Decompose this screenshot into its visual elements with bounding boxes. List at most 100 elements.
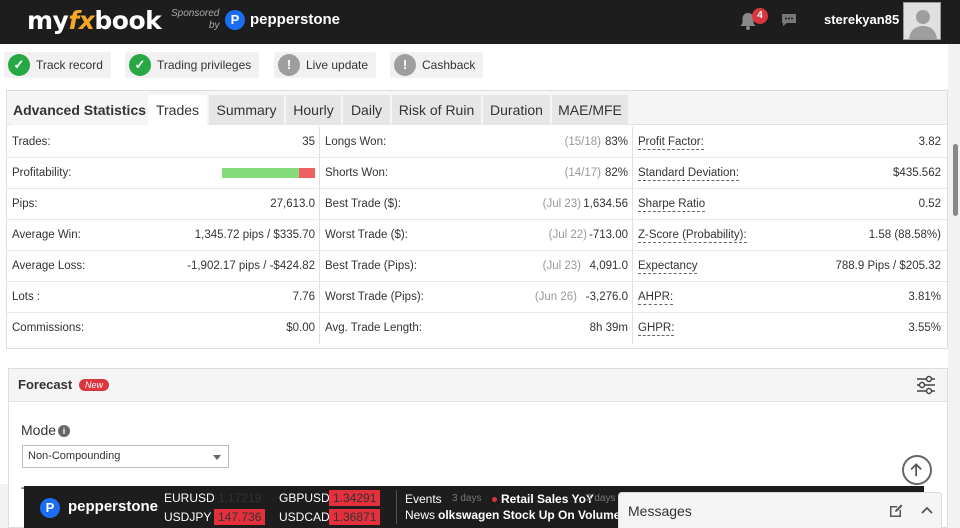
stat-label: Worst Trade ($): <box>325 229 408 241</box>
events-age: 3 days <box>452 493 482 504</box>
chevron-up-icon[interactable] <box>920 505 934 515</box>
table-row: Commissions: $0.00 Avg. Trade Length: 8h… <box>7 313 947 344</box>
stat-value: 788.9 Pips / $205.32 <box>835 260 942 272</box>
stat-label: Commissions: <box>12 322 85 334</box>
notifications-count-badge: 4 <box>752 8 768 24</box>
stat-value: -1,902.17 pips / -$424.82 <box>187 260 315 272</box>
table-row: Pips: 27,613.0 Best Trade ($): (Jul 23) … <box>7 189 947 220</box>
stat-note: (Jul 22) <box>548 229 587 241</box>
stat-label: Standard Deviation: <box>638 158 740 189</box>
events-headline[interactable]: Retail Sales YoY <box>492 492 594 506</box>
tab-mae-mfe[interactable]: MAE/MFE <box>552 95 629 125</box>
stat-note: (Jul 23) <box>542 198 581 210</box>
tab-daily[interactable]: Daily <box>343 95 391 125</box>
quote-usdjpy[interactable]: USDJPY 147.736 <box>164 509 274 525</box>
forecast-header: Forecast New <box>9 369 947 402</box>
scrollbar-thumb[interactable] <box>953 144 958 216</box>
avatar[interactable] <box>903 2 941 40</box>
stat-label: AHPR: <box>638 282 674 313</box>
chevron-down-icon <box>213 455 221 460</box>
stat-value: 83% <box>604 136 628 148</box>
settings-sliders-icon[interactable] <box>915 375 937 395</box>
sponsor-name[interactable]: pepperstone <box>250 11 340 28</box>
events-label: Events <box>405 492 442 506</box>
stat-note: (Jun 26) <box>534 291 577 303</box>
red-dot-icon <box>492 497 497 503</box>
sponsored-by-text: Sponsored by <box>171 8 220 31</box>
messages-widget[interactable]: Messages <box>618 492 942 528</box>
tab-summary[interactable]: Summary <box>209 95 285 125</box>
statistics-box: Advanced Statistics Trades Summary Hourl… <box>6 90 948 349</box>
stat-label: Lots : <box>12 291 41 303</box>
stat-value: 1,634.56 <box>583 198 628 210</box>
stat-help-link[interactable]: Z-Score (Probability): <box>638 228 747 243</box>
stat-help-link[interactable]: Standard Deviation: <box>638 166 740 181</box>
stat-value: $0.00 <box>286 322 315 334</box>
new-badge: New <box>79 379 110 391</box>
table-row: Lots : 7.76 Worst Trade (Pips): (Jun 26)… <box>7 282 947 313</box>
badge-track-record[interactable]: ✓ Track record <box>4 52 111 78</box>
quote-eurusd[interactable]: EURUSD 1.17219 <box>164 490 274 506</box>
stat-help-link[interactable]: Expectancy <box>638 259 698 274</box>
check-icon: ✓ <box>129 54 151 76</box>
stat-label: Average Loss: <box>12 260 86 272</box>
chat-icon[interactable] <box>780 12 798 28</box>
quote-usdcad[interactable]: USDCAD 1.36871 <box>279 509 389 525</box>
stat-label: Avg. Trade Length: <box>325 322 422 334</box>
stat-value: -713.00 <box>588 229 628 241</box>
tab-duration[interactable]: Duration <box>483 95 551 125</box>
stat-label: Best Trade ($): <box>325 198 402 210</box>
tab-hourly[interactable]: Hourly <box>286 95 342 125</box>
stat-label: Trades: <box>12 136 51 148</box>
badge-trading-privileges[interactable]: ✓ Trading privileges <box>125 52 260 78</box>
pepperstone-logo-icon[interactable]: P <box>40 498 60 518</box>
stat-value: 35 <box>302 136 315 148</box>
profitability-bar <box>222 168 315 178</box>
top-bar: myfxbook Sponsored by P pepperstone 4 st… <box>0 0 960 44</box>
stat-value: 1,345.72 pips / $335.70 <box>194 229 315 241</box>
profitability-bar-fill <box>222 168 300 178</box>
compose-icon[interactable] <box>888 503 904 519</box>
stat-value: -3,276.0 <box>585 291 628 303</box>
badge-cashback[interactable]: ! Cashback <box>390 52 484 78</box>
news-headline[interactable]: olkswagen Stock Up On Volume Gr <box>438 508 618 522</box>
stats-tabs: Advanced Statistics Trades Summary Hourl… <box>7 91 947 125</box>
stat-help-link[interactable]: AHPR: <box>638 290 674 305</box>
stat-label: Profitability: <box>12 167 72 179</box>
tab-trades[interactable]: Trades <box>148 95 208 125</box>
pepperstone-logo-icon[interactable]: P <box>225 10 245 30</box>
stat-value: 3.55% <box>908 322 941 334</box>
stat-help-link[interactable]: Sharpe Ratio <box>638 197 706 212</box>
news-label: News <box>405 508 436 522</box>
mode-select[interactable]: Non-Compounding <box>22 445 229 468</box>
stat-value: 27,613.0 <box>270 198 315 210</box>
stat-label: GHPR: <box>638 313 675 344</box>
stat-label: Best Trade (Pips): <box>325 260 418 272</box>
stat-value: 1.58 (88.58%) <box>868 229 941 241</box>
tab-advanced-statistics[interactable]: Advanced Statistics <box>11 95 149 125</box>
tab-risk-of-ruin[interactable]: Risk of Ruin <box>392 95 482 125</box>
stat-label: Expectancy <box>638 251 698 282</box>
page-scrollbar[interactable] <box>951 44 960 528</box>
stat-label: Sharpe Ratio <box>638 189 706 220</box>
myfxbook-logo[interactable]: myfxbook <box>27 6 162 35</box>
stat-label: Average Win: <box>12 229 81 241</box>
stat-help-link[interactable]: Profit Factor: <box>638 135 704 150</box>
quote-gbpusd[interactable]: GBPUSD 1.34291 <box>279 490 389 506</box>
username[interactable]: sterekyan85 <box>824 12 899 27</box>
events-age-2: 3 days <box>586 493 616 504</box>
badge-live-update[interactable]: ! Live update <box>274 52 377 78</box>
exclamation-icon: ! <box>278 54 300 76</box>
stat-label: Z-Score (Probability): <box>638 220 747 251</box>
mode-label: Mode <box>21 422 57 438</box>
stat-help-link[interactable]: GHPR: <box>638 321 675 336</box>
stat-value: 7.76 <box>292 291 315 303</box>
stat-value: 0.52 <box>918 198 941 210</box>
stat-note: (Jul 23) <box>542 260 581 272</box>
info-icon[interactable]: i <box>58 425 70 437</box>
stat-label: Longs Won: <box>325 136 387 148</box>
scroll-to-top-icon[interactable] <box>902 455 932 485</box>
user-silhouette-icon <box>909 10 937 39</box>
stat-note: (15/18) <box>564 136 601 148</box>
ticker-brand[interactable]: pepperstone <box>68 498 158 515</box>
